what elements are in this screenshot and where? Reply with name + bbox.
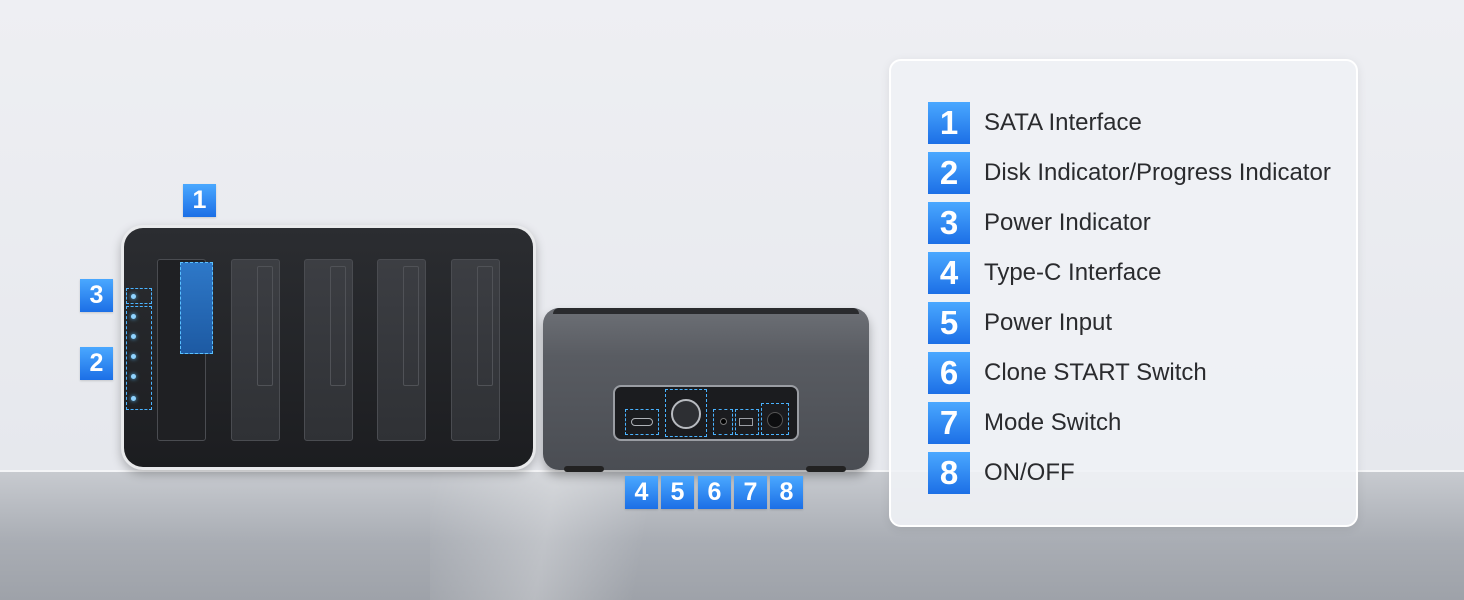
on-off-button bbox=[767, 412, 783, 428]
device-top-edge bbox=[553, 308, 859, 314]
legend-label: Power Indicator bbox=[984, 209, 1151, 236]
drive-bay-source bbox=[451, 259, 500, 441]
legend-number: 5 bbox=[928, 302, 970, 344]
legend-label: SATA Interface bbox=[984, 109, 1142, 136]
legend-number: 2 bbox=[928, 152, 970, 194]
disk-indicator-led bbox=[131, 334, 136, 339]
drive-bay-target-3 bbox=[304, 259, 353, 441]
device-foot bbox=[564, 466, 604, 472]
disk-indicator-badge: 2 bbox=[80, 347, 113, 380]
hdd-35-label-mark bbox=[236, 338, 246, 388]
legend-number: 3 bbox=[928, 202, 970, 244]
disk-indicator-highlight bbox=[126, 306, 152, 410]
bay-slot bbox=[330, 266, 346, 386]
power-indicator-led bbox=[131, 294, 136, 299]
legend-number: 6 bbox=[928, 352, 970, 394]
type-c-badge: 4 bbox=[625, 476, 658, 509]
legend-item: 5 Power Input bbox=[928, 302, 1112, 344]
drive-bay-target-4 bbox=[377, 259, 426, 441]
drive-bay-target-2 bbox=[231, 259, 280, 441]
power-input-badge: 5 bbox=[661, 476, 694, 509]
legend-label: ON/OFF bbox=[984, 459, 1075, 486]
legend-item: 2 Disk Indicator/Progress Indicator bbox=[928, 152, 1331, 194]
device-foot bbox=[806, 466, 846, 472]
legend-number: 7 bbox=[928, 402, 970, 444]
legend-label: Clone START Switch bbox=[984, 359, 1207, 386]
on-off-badge: 8 bbox=[770, 476, 803, 509]
type-c-port bbox=[631, 418, 653, 426]
legend-number: 1 bbox=[928, 102, 970, 144]
mode-switch-badge: 7 bbox=[734, 476, 767, 509]
power-indicator-badge: 3 bbox=[80, 279, 113, 312]
legend-label: Mode Switch bbox=[984, 409, 1122, 436]
legend-item: 7 Mode Switch bbox=[928, 402, 1121, 444]
disk-indicator-led bbox=[131, 354, 136, 359]
docking-station-back-view bbox=[543, 308, 869, 470]
clone-start-switch bbox=[720, 418, 727, 425]
bay-slot bbox=[257, 266, 273, 386]
rear-port-panel bbox=[613, 385, 799, 441]
legend-item: 3 Power Indicator bbox=[928, 202, 1151, 244]
mode-switch bbox=[739, 418, 753, 426]
power-indicator-highlight bbox=[126, 288, 152, 304]
disk-indicator-led bbox=[131, 396, 136, 401]
legend-label: Disk Indicator/Progress Indicator bbox=[984, 159, 1331, 186]
sata-interface-badge: 1 bbox=[183, 184, 216, 217]
disk-indicator-led bbox=[131, 314, 136, 319]
legend-item: 4 Type-C Interface bbox=[928, 252, 1161, 294]
clone-start-badge: 6 bbox=[698, 476, 731, 509]
bay-slot bbox=[477, 266, 493, 386]
legend-card: 1 SATA Interface 2 Disk Indicator/Progre… bbox=[889, 59, 1358, 527]
legend-item: 8 ON/OFF bbox=[928, 452, 1075, 494]
disk-indicator-led bbox=[131, 374, 136, 379]
legend-number: 4 bbox=[928, 252, 970, 294]
legend-item: 1 SATA Interface bbox=[928, 102, 1142, 144]
legend-label: Power Input bbox=[984, 309, 1113, 336]
legend-label: Type-C Interface bbox=[984, 259, 1162, 286]
bay-slot bbox=[403, 266, 419, 386]
power-input-port bbox=[671, 399, 701, 429]
legend-item: 6 Clone START Switch bbox=[928, 352, 1207, 394]
legend-number: 8 bbox=[928, 452, 970, 494]
sata-interface-highlight bbox=[180, 262, 213, 354]
